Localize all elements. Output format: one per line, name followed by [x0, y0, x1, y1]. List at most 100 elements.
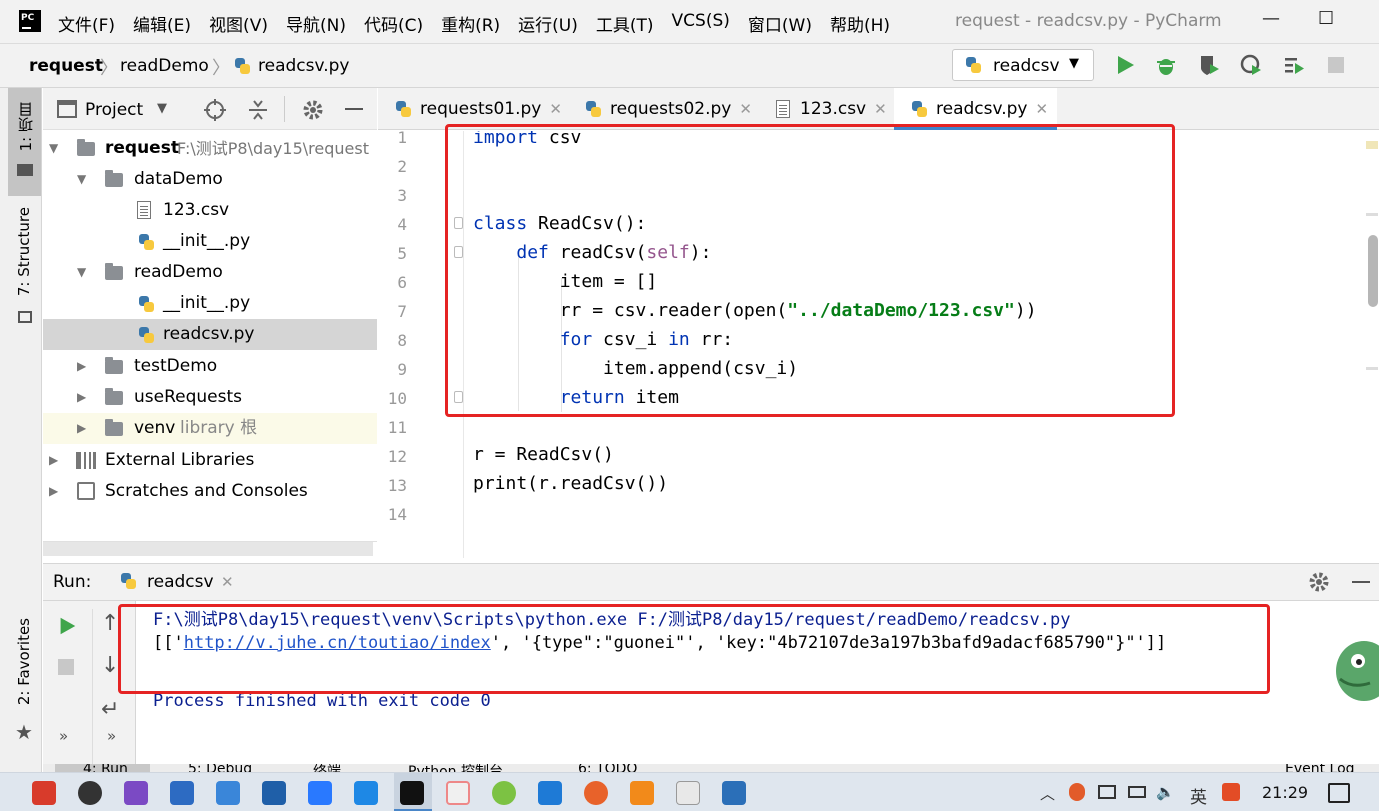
locate-icon[interactable] — [203, 98, 227, 122]
tree-horizontal-scrollbar[interactable] — [43, 542, 373, 556]
collapsed-arrow-icon[interactable]: ▶ — [77, 413, 86, 444]
taskbar-app-icon[interactable] — [262, 781, 286, 805]
python-file-icon — [119, 571, 137, 591]
run-concurrency-icon[interactable] — [1282, 53, 1306, 77]
notification-icon[interactable] — [1328, 783, 1350, 803]
editor-scrollbar[interactable] — [1364, 131, 1379, 558]
chevron-up-icon[interactable]: ︿ — [1040, 783, 1055, 804]
project-panel-title[interactable]: Project — [85, 100, 143, 120]
tree-item-readcsv-py[interactable]: readcsv.py — [43, 319, 377, 350]
hide-panel-icon[interactable] — [345, 108, 363, 110]
collapsed-arrow-icon[interactable]: ▶ — [77, 382, 86, 413]
menu-tools[interactable]: 工具(T) — [596, 11, 654, 36]
collapsed-arrow-icon[interactable]: ▶ — [49, 445, 58, 476]
menu-navigate[interactable]: 导航(N) — [286, 11, 346, 36]
code-line-12: r = ReadCsv() — [473, 444, 614, 465]
menu-refactor[interactable]: 重构(R) — [441, 11, 500, 36]
menu-run[interactable]: 运行(U) — [518, 11, 578, 36]
run-config-tab[interactable]: readcsv — [147, 572, 214, 592]
taskbar-app-icon[interactable] — [308, 781, 332, 805]
structure-tool-tab[interactable]: 7: Structure — [8, 203, 41, 331]
tree-item-init-py[interactable]: __init__.py — [43, 288, 377, 319]
taskbar-app-icon[interactable] — [584, 781, 608, 805]
collapse-all-icon[interactable] — [246, 98, 270, 122]
close-icon[interactable]: ✕ — [874, 100, 887, 118]
tree-item-request[interactable]: ▼ request F:\测试P8\day15\request — [43, 133, 377, 164]
menu-vcs[interactable]: VCS(S) — [672, 11, 730, 36]
tree-item-123-csv[interactable]: 123.csv — [43, 195, 377, 226]
pycharm-taskbar-icon[interactable] — [400, 781, 424, 805]
battery-icon[interactable] — [1128, 786, 1146, 798]
stop-icon[interactable] — [58, 659, 74, 675]
tree-item-useRequests[interactable]: ▶ useRequests — [43, 382, 377, 413]
more-actions-icon[interactable]: » — [59, 727, 68, 745]
run-with-coverage-icon[interactable] — [1197, 53, 1221, 77]
favorites-tool-tab[interactable]: 2: Favorites ★ — [8, 608, 41, 748]
taskbar-app-icon[interactable] — [676, 781, 700, 805]
arrow-down-icon[interactable]: ↓ — [101, 653, 119, 678]
tree-item-external-libraries[interactable]: ▶ External Libraries — [43, 445, 377, 476]
chevron-down-icon[interactable]: ▼ — [157, 101, 167, 116]
debug-icon[interactable] — [1154, 53, 1178, 77]
ime-indicator[interactable]: 英 — [1190, 783, 1207, 808]
collapsed-arrow-icon[interactable]: ▶ — [77, 351, 86, 382]
close-icon[interactable]: ✕ — [221, 573, 234, 591]
close-icon[interactable]: ✕ — [1035, 100, 1048, 118]
gear-icon[interactable] — [1307, 570, 1331, 594]
gear-icon[interactable] — [301, 98, 325, 122]
collapsed-arrow-icon[interactable]: ▶ — [49, 476, 58, 507]
close-icon[interactable]: ✕ — [739, 100, 752, 118]
tree-item-readDemo[interactable]: ▼ readDemo — [43, 257, 377, 288]
taskbar-app-icon[interactable] — [722, 781, 746, 805]
taskbar-app-icon[interactable] — [446, 781, 470, 805]
run-icon[interactable] — [1113, 53, 1137, 77]
menu-code[interactable]: 代码(C) — [364, 11, 423, 36]
volume-icon[interactable]: 🔈 — [1156, 783, 1175, 801]
network-icon[interactable] — [1098, 785, 1116, 799]
tree-item-scratches[interactable]: ▶ Scratches and Consoles — [43, 476, 377, 507]
maximize-button[interactable]: ☐ — [1318, 8, 1334, 29]
stop-icon[interactable] — [1324, 53, 1348, 77]
taskbar-app-icon[interactable] — [78, 781, 102, 805]
chevron-down-icon: ▼ — [1069, 56, 1079, 71]
hide-panel-icon[interactable] — [1352, 581, 1370, 583]
taskbar-app-icon[interactable] — [32, 781, 56, 805]
expanded-arrow-icon[interactable]: ▼ — [77, 257, 86, 288]
taskbar-app-icon[interactable] — [630, 781, 654, 805]
rerun-icon[interactable] — [56, 615, 78, 637]
taskbar-app-icon[interactable] — [216, 781, 240, 805]
taskbar-app-icon[interactable] — [124, 781, 148, 805]
tree-item-venv[interactable]: ▶ venv library 根 — [43, 413, 377, 444]
clock[interactable]: 21:29 — [1262, 783, 1308, 802]
project-tool-tab[interactable]: 1: 项目 — [8, 88, 41, 196]
tree-item-testDemo[interactable]: ▶ testDemo — [43, 351, 377, 382]
taskbar-app-icon[interactable] — [354, 781, 378, 805]
close-icon[interactable]: ✕ — [549, 100, 562, 118]
tray-app-icon[interactable] — [1069, 783, 1085, 801]
menu-file[interactable]: 文件(F) — [58, 11, 115, 36]
expanded-arrow-icon[interactable]: ▼ — [49, 133, 58, 164]
breadcrumb-project[interactable]: request — [29, 56, 103, 76]
tray-app-icon[interactable] — [1222, 783, 1240, 801]
breadcrumb-file[interactable]: readcsv.py — [258, 56, 349, 76]
taskbar-app-icon[interactable] — [170, 781, 194, 805]
soft-wrap-icon[interactable]: ↵ — [101, 697, 119, 722]
tree-item-dataDemo[interactable]: ▼ dataDemo — [43, 164, 377, 195]
breadcrumb-folder[interactable]: readDemo — [120, 56, 209, 76]
more-actions-icon[interactable]: » — [107, 727, 116, 745]
arrow-up-icon[interactable]: ↑ — [101, 611, 119, 636]
menu-window[interactable]: 窗口(W) — [748, 11, 812, 36]
run-config-select[interactable]: readcsv ▼ — [952, 49, 1094, 81]
menu-edit[interactable]: 编辑(E) — [133, 11, 191, 36]
profile-icon[interactable] — [1239, 53, 1263, 77]
expanded-arrow-icon[interactable]: ▼ — [77, 164, 86, 195]
minimize-button[interactable]: — — [1262, 8, 1280, 29]
scroll-thumb[interactable] — [1368, 235, 1378, 307]
menu-view[interactable]: 视图(V) — [209, 11, 268, 36]
tree-item-init-py[interactable]: __init__.py — [43, 226, 377, 257]
vscode-taskbar-icon[interactable] — [538, 781, 562, 805]
menu-help[interactable]: 帮助(H) — [830, 11, 890, 36]
tree-item-label: dataDemo — [134, 169, 223, 189]
taskbar-app-icon[interactable] — [492, 781, 516, 805]
folder-icon — [105, 357, 123, 374]
